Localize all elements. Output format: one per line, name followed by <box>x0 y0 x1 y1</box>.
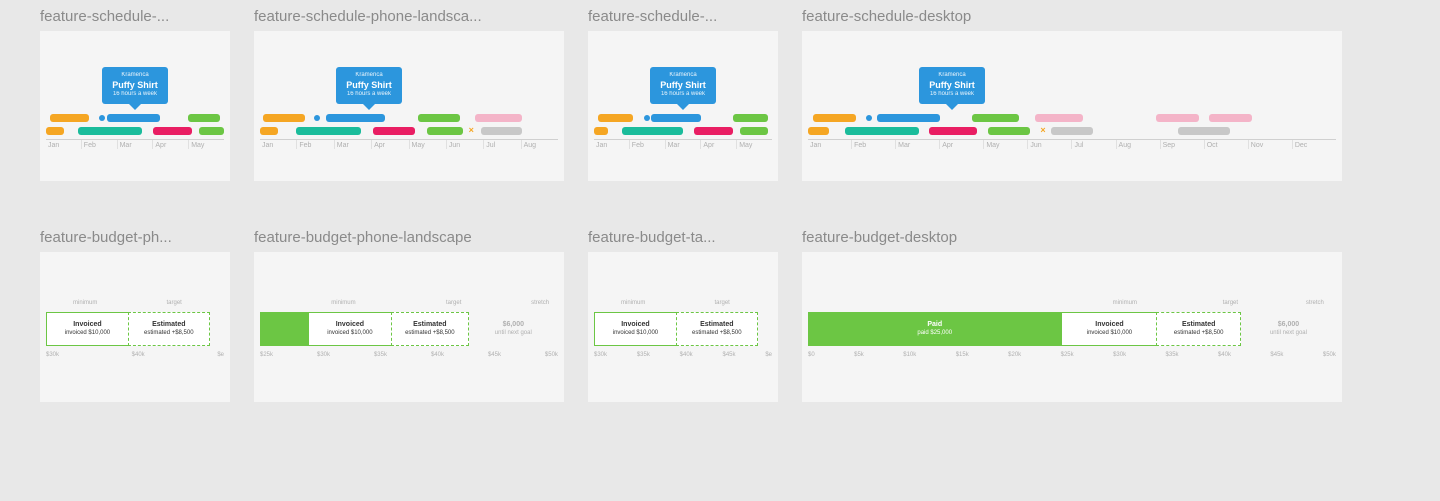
month-axis: JanFebMarAprMay <box>46 139 224 149</box>
thumbnail-row-schedule: feature-schedule-... Kramerica Puffy Shi… <box>40 8 1400 181</box>
thumbnail-title: feature-budget-ph... <box>40 229 230 246</box>
thumbnail-canvas: minimum target Invoiced invoiced $10,000… <box>40 252 230 402</box>
budget-markers: minimum target stretch <box>260 300 558 310</box>
budget-bar: Paid paid $25,000 Invoiced invoiced $10,… <box>808 312 1336 346</box>
thumbnail-canvas: Kramerica Puffy Shirt 16 hours a week <box>40 31 230 181</box>
thumbnail-canvas: minimum target Invoiced invoiced $10,000… <box>588 252 778 402</box>
gantt-chart: × <box>260 114 558 135</box>
budget-bar: Invoiced invoiced $10,000 Estimated esti… <box>260 312 558 346</box>
thumbnail-title: feature-schedule-desktop <box>802 8 1342 25</box>
thumbnail-title: feature-budget-phone-landscape <box>254 229 564 246</box>
thumbnail-budget-phone[interactable]: feature-budget-ph... minimum target Invo… <box>40 229 230 402</box>
thumbnail-schedule-phone-landscape[interactable]: feature-schedule-phone-landsca... Kramer… <box>254 8 564 181</box>
budget-bar: Invoiced invoiced $10,000 Estimated esti… <box>46 312 224 346</box>
thumbnail-schedule-tablet[interactable]: feature-schedule-... Kramerica Puffy Shi… <box>588 8 778 181</box>
thumbnail-title: feature-schedule-... <box>588 8 778 25</box>
schedule-tooltip: Kramerica Puffy Shirt 16 hours a week <box>919 67 985 103</box>
month-axis: JanFebMarAprMayJunJulAugSepOctNovDec <box>808 139 1336 149</box>
thumbnail-schedule-desktop[interactable]: feature-schedule-desktop Kramerica Puffy… <box>802 8 1342 181</box>
budget-axis: $25k$30k$35k$40k$45k$50k <box>260 352 558 358</box>
thumbnail-schedule-phone[interactable]: feature-schedule-... Kramerica Puffy Shi… <box>40 8 230 181</box>
thumbnail-title: feature-budget-ta... <box>588 229 778 246</box>
thumbnail-budget-desktop[interactable]: feature-budget-desktop minimum target st… <box>802 229 1342 402</box>
thumbnail-budget-tablet[interactable]: feature-budget-ta... minimum target Invo… <box>588 229 778 402</box>
thumbnail-row-budget: feature-budget-ph... minimum target Invo… <box>40 229 1400 402</box>
budget-markers: minimum target <box>46 300 224 310</box>
thumbnail-budget-phone-landscape[interactable]: feature-budget-phone-landscape minimum t… <box>254 229 564 402</box>
thumbnail-canvas: minimum target stretch Paid paid $25,000… <box>802 252 1342 402</box>
gantt-chart <box>594 114 772 135</box>
thumbnail-title: feature-schedule-... <box>40 8 230 25</box>
thumbnail-canvas: Kramerica Puffy Shirt 16 hours a week <box>588 31 778 181</box>
schedule-tooltip: Kramerica Puffy Shirt 16 hours a week <box>102 67 168 103</box>
thumbnail-title: feature-budget-desktop <box>802 229 1342 246</box>
schedule-tooltip: Kramerica Puffy Shirt 16 hours a week <box>336 67 402 103</box>
budget-axis: $0$5k$10k$15k$20k$25k$30k$35k$40k$45k$50… <box>808 352 1336 358</box>
budget-markers: minimum target stretch <box>808 300 1336 310</box>
thumbnail-canvas: Kramerica Puffy Shirt 16 hours a week <box>254 31 564 181</box>
budget-axis: $30k $40k $e <box>46 352 224 358</box>
budget-markers: minimum target <box>594 300 772 310</box>
schedule-tooltip: Kramerica Puffy Shirt 16 hours a week <box>650 67 716 103</box>
budget-bar: Invoiced invoiced $10,000 Estimated esti… <box>594 312 772 346</box>
budget-axis: $30k$35k$40k$45k$e <box>594 352 772 358</box>
thumbnail-canvas: minimum target stretch Invoiced invoiced… <box>254 252 564 402</box>
gantt-chart: × <box>808 114 1336 135</box>
thumbnail-title: feature-schedule-phone-landsca... <box>254 8 564 25</box>
month-axis: JanFebMarAprMay <box>594 139 772 149</box>
thumbnail-canvas: Kramerica Puffy Shirt 16 hours a week <box>802 31 1342 181</box>
gantt-chart <box>46 114 224 135</box>
month-axis: JanFebMarAprMayJunJulAug <box>260 139 558 149</box>
